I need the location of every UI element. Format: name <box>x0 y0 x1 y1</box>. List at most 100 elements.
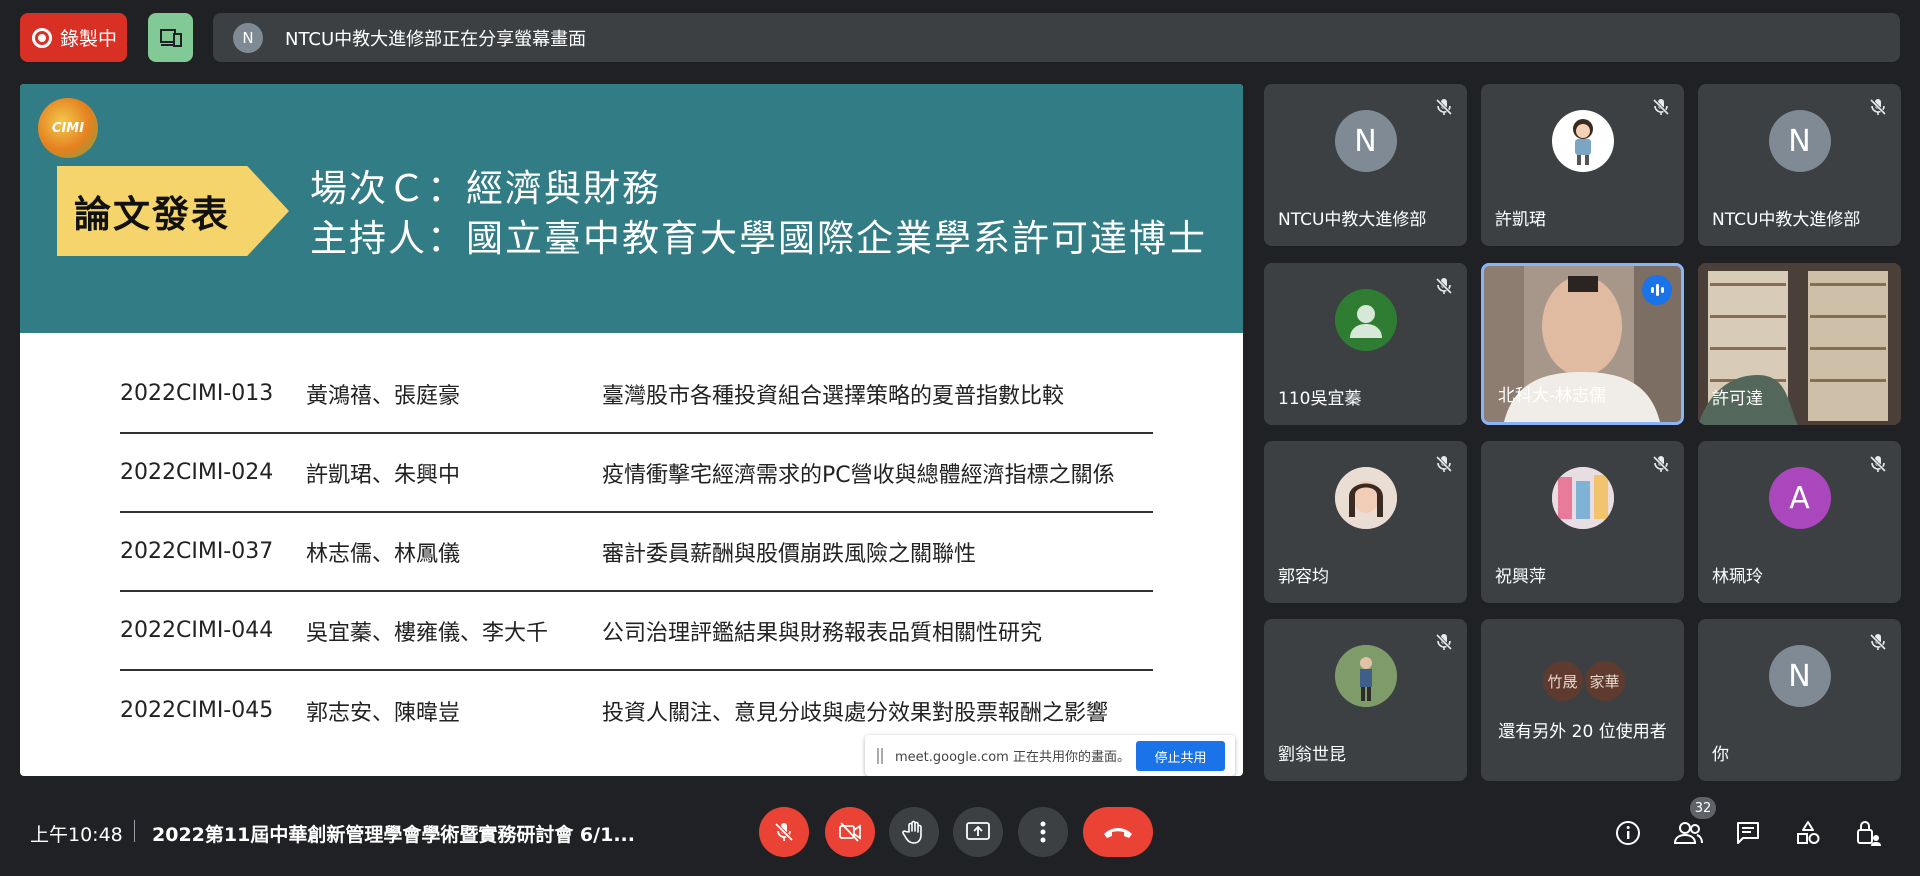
call-end-icon <box>1104 828 1132 838</box>
paper-authors: 許凱珺、朱興中 <box>306 462 461 488</box>
presenter-avatar: N <box>233 22 263 53</box>
avatar: 竹晟 <box>1542 661 1583 701</box>
session-tag: 論文發表 <box>57 166 289 256</box>
participant-tile[interactable]: N NTCU中教大進修部 <box>1698 84 1901 246</box>
mic-off-icon <box>1869 633 1887 651</box>
paper-id: 2022CIMI-037 <box>120 539 274 564</box>
paper-id: 2022CIMI-013 <box>120 381 274 406</box>
people-button[interactable] <box>1673 818 1703 848</box>
participant-tile[interactable]: A 林珮玲 <box>1698 441 1901 603</box>
participant-name: 許可達 <box>1712 389 1763 409</box>
paper-title: 疫情衝擊宅經濟需求的PC營收與總體經濟指標之關係 <box>602 462 1115 488</box>
paper-authors: 黃鴻禧、張庭豪 <box>306 383 461 409</box>
info-icon <box>1616 821 1640 845</box>
people-count-badge: 32 <box>1690 797 1716 819</box>
participant-tile[interactable]: N NTCU中教大進修部 <box>1264 84 1467 246</box>
recording-indicator[interactable]: 錄製中 <box>20 13 127 62</box>
more-participants-label: 還有另外 20 位使用者 <box>1498 722 1667 742</box>
screen-share-banner: N NTCU中教大進修部正在分享螢幕畫面 <box>213 13 1900 62</box>
participant-tile[interactable]: 祝興萍 <box>1481 441 1684 603</box>
participant-name: NTCU中教大進修部 <box>1712 210 1861 230</box>
sharing-notice-text: meet.google.com 正在共用你的畫面。 <box>895 750 1130 765</box>
paper-title: 臺灣股市各種投資組合選擇策略的夏普指數比較 <box>602 383 1065 409</box>
hand-icon <box>902 820 922 844</box>
camera-button[interactable] <box>825 807 875 857</box>
sharing-notice: meet.google.com 正在共用你的畫面。 停止共用 <box>865 735 1235 776</box>
table-row: 2022CIMI-013 黃鴻禧、張庭豪 臺灣股市各種投資組合選擇策略的夏普指數… <box>120 355 1153 434</box>
avatar <box>1334 645 1397 707</box>
avatar: N <box>1768 645 1831 707</box>
profile-photo <box>1334 645 1397 707</box>
raise-hand-button[interactable] <box>889 807 939 857</box>
more-options-button[interactable] <box>1018 807 1068 857</box>
profile-photo <box>1551 467 1614 529</box>
recording-label: 錄製中 <box>60 28 118 50</box>
share-banner-text: NTCU中教大進修部正在分享螢幕畫面 <box>285 28 587 50</box>
table-row: 2022CIMI-044 吳宜蓁、樓雍儀、李大千 公司治理評鑑結果與財務報表品質… <box>120 592 1153 671</box>
participant-name: 北科大-林志儒 <box>1498 386 1607 406</box>
present-screen-button[interactable] <box>953 807 1003 857</box>
paper-id: 2022CIMI-024 <box>120 460 274 485</box>
host-controls-button[interactable] <box>1853 818 1883 848</box>
avatar: N <box>1768 110 1831 172</box>
people-icon <box>1673 822 1703 844</box>
participant-tile[interactable]: 許可達 <box>1698 263 1901 425</box>
clock: 上午10:48 <box>30 824 123 846</box>
mic-off-icon <box>1652 98 1670 116</box>
mic-off-icon <box>1435 98 1453 116</box>
divider <box>134 820 135 842</box>
avatar <box>1551 110 1614 172</box>
person-icon <box>1349 305 1382 338</box>
paper-authors: 林志儒、林鳳儀 <box>306 541 461 567</box>
participant-tile[interactable]: 劉翁世昆 <box>1264 619 1467 781</box>
participant-name: 劉翁世昆 <box>1278 745 1346 765</box>
stop-sharing-button[interactable]: 停止共用 <box>1136 741 1225 771</box>
participant-tile[interactable]: 許凱珺 <box>1481 84 1684 246</box>
avatar: A <box>1768 467 1831 529</box>
shared-screen: CIMI 論文發表 場次Ｃ：經濟與財務 主持人：國立臺中教育大學國際企業學系許可… <box>20 84 1243 776</box>
meeting-title: 2022第11屆中華創新管理學會學術暨實務研討會 6/1... <box>152 824 635 846</box>
more-vert-icon <box>1040 821 1046 843</box>
shapes-icon <box>1797 821 1820 844</box>
participant-name: 你 <box>1712 745 1729 765</box>
self-tile[interactable]: N 你 <box>1698 619 1901 781</box>
conference-logo: CIMI <box>38 98 98 158</box>
avatar <box>1334 467 1397 529</box>
mic-off-icon <box>774 822 794 842</box>
participant-name: 郭容均 <box>1278 567 1329 587</box>
record-icon <box>32 27 52 48</box>
mic-off-icon <box>1435 633 1453 651</box>
layout-button[interactable] <box>148 13 193 62</box>
more-participants-tile[interactable]: 竹晟 家華 還有另外 20 位使用者 <box>1481 619 1684 781</box>
slide-title-host: 主持人：國立臺中教育大學國際企業學系許可達博士 <box>310 217 1207 260</box>
participant-tile[interactable]: 郭容均 <box>1264 441 1467 603</box>
participant-tile-speaking[interactable]: 北科大-林志儒 <box>1481 263 1684 425</box>
mic-off-icon <box>1652 455 1670 473</box>
drag-handle-icon[interactable] <box>877 747 883 764</box>
table-row: 2022CIMI-037 林志儒、林鳳儀 審計委員薪酬與股價崩跌風險之關聯性 <box>120 513 1153 592</box>
slide-title: 場次Ｃ：經濟與財務 主持人：國立臺中教育大學國際企業學系許可達博士 <box>310 164 1207 264</box>
paper-id: 2022CIMI-044 <box>120 618 274 643</box>
participant-name: 110吳宜蓁 <box>1278 389 1362 409</box>
chat-button[interactable] <box>1733 818 1763 848</box>
participant-tile[interactable]: 110吳宜蓁 <box>1264 263 1467 425</box>
leave-call-button[interactable] <box>1083 807 1153 857</box>
devices-icon <box>159 28 182 47</box>
lock-person-icon <box>1857 821 1881 846</box>
participant-name: 祝興萍 <box>1495 567 1546 587</box>
mic-off-icon <box>1869 455 1887 473</box>
participant-name: NTCU中教大進修部 <box>1278 210 1427 230</box>
chat-icon <box>1737 822 1759 844</box>
cartoon-girl-icon <box>1572 119 1593 165</box>
table-row: 2022CIMI-024 許凱珺、朱興中 疫情衝擊宅經濟需求的PC營收與總體經濟… <box>120 434 1153 513</box>
speaking-indicator-icon <box>1642 275 1672 305</box>
camera-off-icon <box>839 822 861 842</box>
participant-name: 林珮玲 <box>1712 567 1763 587</box>
avatar: 家華 <box>1584 661 1625 701</box>
meeting-details-button[interactable] <box>1613 818 1643 848</box>
activities-button[interactable] <box>1793 818 1823 848</box>
microphone-button[interactable] <box>759 807 809 857</box>
paper-title: 投資人關注、意見分歧與處分效果對股票報酬之影響 <box>602 700 1109 726</box>
paper-table: 2022CIMI-013 黃鴻禧、張庭豪 臺灣股市各種投資組合選擇策略的夏普指數… <box>120 355 1153 750</box>
paper-authors: 郭志安、陳暐豈 <box>306 700 461 726</box>
